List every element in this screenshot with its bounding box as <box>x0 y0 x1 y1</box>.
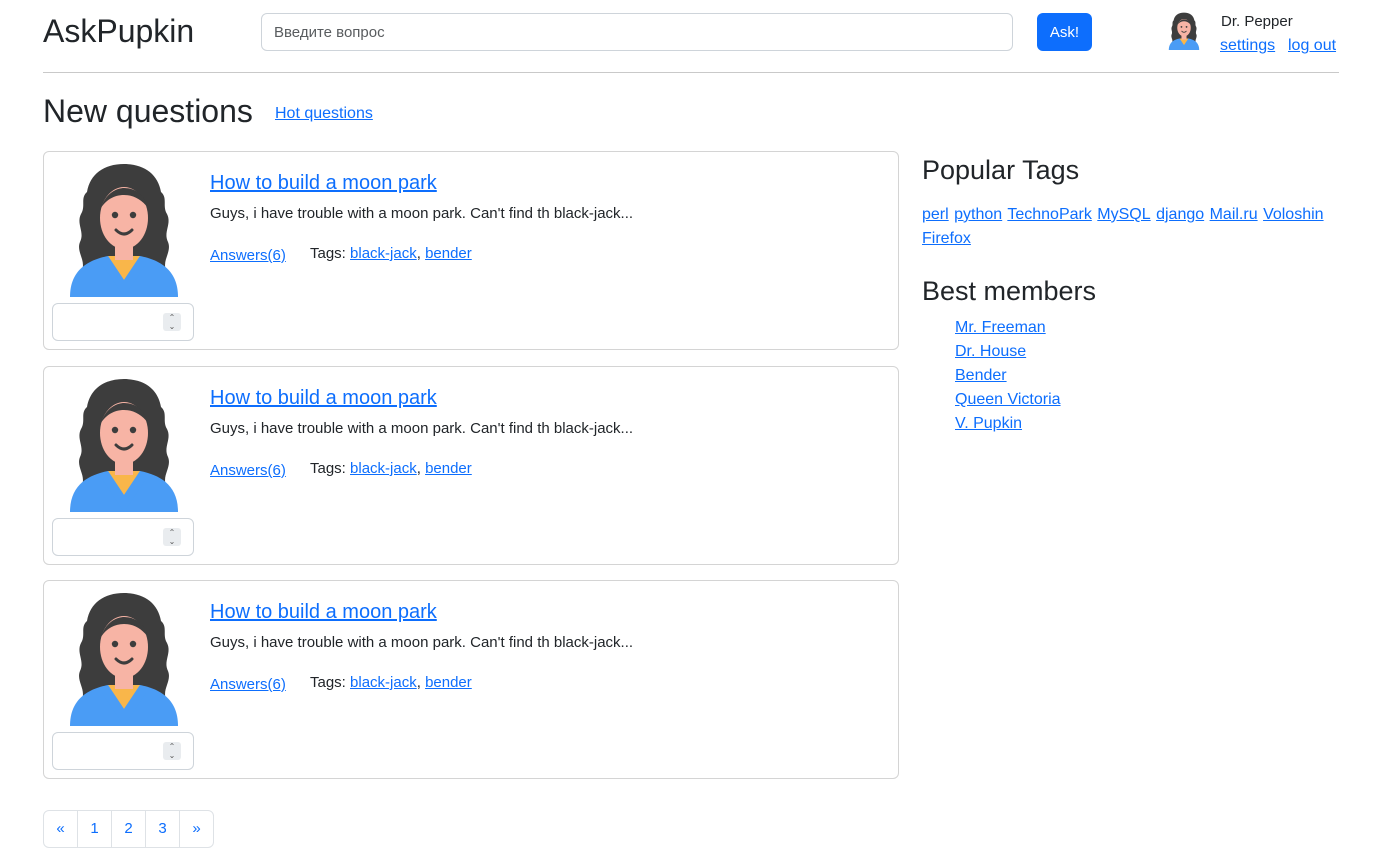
settings-link[interactable]: settings <box>1220 36 1275 56</box>
pagination: « 1 2 3 » <box>43 810 214 848</box>
question-tags: Tags: black-jack, bender <box>310 673 472 693</box>
tags-label: Tags: <box>310 674 346 691</box>
avatar-icon <box>70 162 178 297</box>
member-link[interactable]: Mr. Freeman <box>955 319 1046 336</box>
popular-tag-link[interactable]: python <box>954 206 1002 223</box>
page-title: New questions <box>43 93 253 129</box>
member-item: Queen Victoria <box>955 388 1061 412</box>
tag-link[interactable]: bender <box>425 245 472 262</box>
tags-label: Tags: <box>310 460 346 477</box>
popular-tag-link[interactable]: MySQL <box>1097 206 1150 223</box>
member-item: Mr. Freeman <box>955 316 1061 340</box>
page-prev-button[interactable]: « <box>44 811 78 847</box>
question-title-link[interactable]: How to build a moon park <box>210 599 437 625</box>
question-text: Guys, i have trouble with a moon park. C… <box>210 634 634 651</box>
tag-link[interactable]: bender <box>425 460 472 477</box>
page-next-button[interactable]: » <box>180 811 213 847</box>
question-card: ⌃ ⌄ How to build a moon park Guys, i have… <box>43 366 899 565</box>
rating-input[interactable]: ⌃ ⌄ <box>52 732 194 770</box>
member-link[interactable]: Bender <box>955 367 1007 384</box>
tag-separator: , <box>416 245 421 262</box>
ask-button[interactable]: Ask! <box>1037 13 1092 51</box>
top-navbar: AskPupkin Ask! Dr. Pepper settings log o… <box>43 0 1339 73</box>
brand-logo[interactable]: AskPupkin <box>43 11 194 51</box>
avatar-icon <box>70 591 178 726</box>
question-tags: Tags: black-jack, bender <box>310 244 472 264</box>
avatar-icon <box>70 377 178 512</box>
hot-questions-link[interactable]: Hot questions <box>275 103 373 125</box>
member-link[interactable]: V. Pupkin <box>955 415 1022 432</box>
tag-link[interactable]: black-jack <box>350 674 417 691</box>
page-1-button[interactable]: 1 <box>78 811 112 847</box>
answers-link[interactable]: Answers(6) <box>210 246 286 266</box>
question-title-link[interactable]: How to build a moon park <box>210 170 437 196</box>
popular-tag-link[interactable]: perl <box>922 206 949 223</box>
member-item: Bender <box>955 364 1061 388</box>
question-card: ⌃ ⌄ How to build a moon park Guys, i have… <box>43 580 899 779</box>
rating-input[interactable]: ⌃ ⌄ <box>52 303 194 341</box>
member-link[interactable]: Queen Victoria <box>955 391 1061 408</box>
popular-tag-link[interactable]: Voloshin <box>1263 206 1324 223</box>
tag-link[interactable]: bender <box>425 674 472 691</box>
spin-arrows-icon[interactable]: ⌃ ⌄ <box>163 528 181 546</box>
question-title-link[interactable]: How to build a moon park <box>210 385 437 411</box>
answers-link[interactable]: Answers(6) <box>210 675 286 695</box>
question-card: ⌃ ⌄ How to build a moon park Guys, i have… <box>43 151 899 350</box>
popular-tags-list: perl python TechnoPark MySQL django Mail… <box>922 203 1332 251</box>
spin-arrows-icon[interactable]: ⌃ ⌄ <box>163 313 181 331</box>
popular-tag-link[interactable]: TechnoPark <box>1007 206 1092 223</box>
popular-tag-link[interactable]: Mail.ru <box>1210 206 1258 223</box>
page-2-button[interactable]: 2 <box>112 811 146 847</box>
best-members-list: Mr. Freeman Dr. House Bender Queen Victo… <box>955 316 1061 436</box>
question-text: Guys, i have trouble with a moon park. C… <box>210 420 634 437</box>
logout-link[interactable]: log out <box>1288 36 1336 56</box>
question-text: Guys, i have trouble with a moon park. C… <box>210 205 634 222</box>
member-link[interactable]: Dr. House <box>955 343 1026 360</box>
search-input[interactable] <box>261 13 1013 51</box>
member-item: Dr. House <box>955 340 1061 364</box>
tag-separator: , <box>416 460 421 477</box>
best-members-heading: Best members <box>922 276 1097 306</box>
user-avatar-icon <box>1166 12 1202 50</box>
user-name: Dr. Pepper <box>1221 13 1293 30</box>
tag-link[interactable]: black-jack <box>350 245 417 262</box>
answers-link[interactable]: Answers(6) <box>210 461 286 481</box>
rating-input[interactable]: ⌃ ⌄ <box>52 518 194 556</box>
spin-arrows-icon[interactable]: ⌃ ⌄ <box>163 742 181 760</box>
popular-tag-link[interactable]: Firefox <box>922 230 971 247</box>
tags-label: Tags: <box>310 245 346 262</box>
question-tags: Tags: black-jack, bender <box>310 459 472 479</box>
page-3-button[interactable]: 3 <box>146 811 180 847</box>
member-item: V. Pupkin <box>955 412 1061 436</box>
tag-link[interactable]: black-jack <box>350 460 417 477</box>
tag-separator: , <box>416 674 421 691</box>
popular-tag-link[interactable]: django <box>1156 206 1204 223</box>
popular-tags-heading: Popular Tags <box>922 155 1080 185</box>
